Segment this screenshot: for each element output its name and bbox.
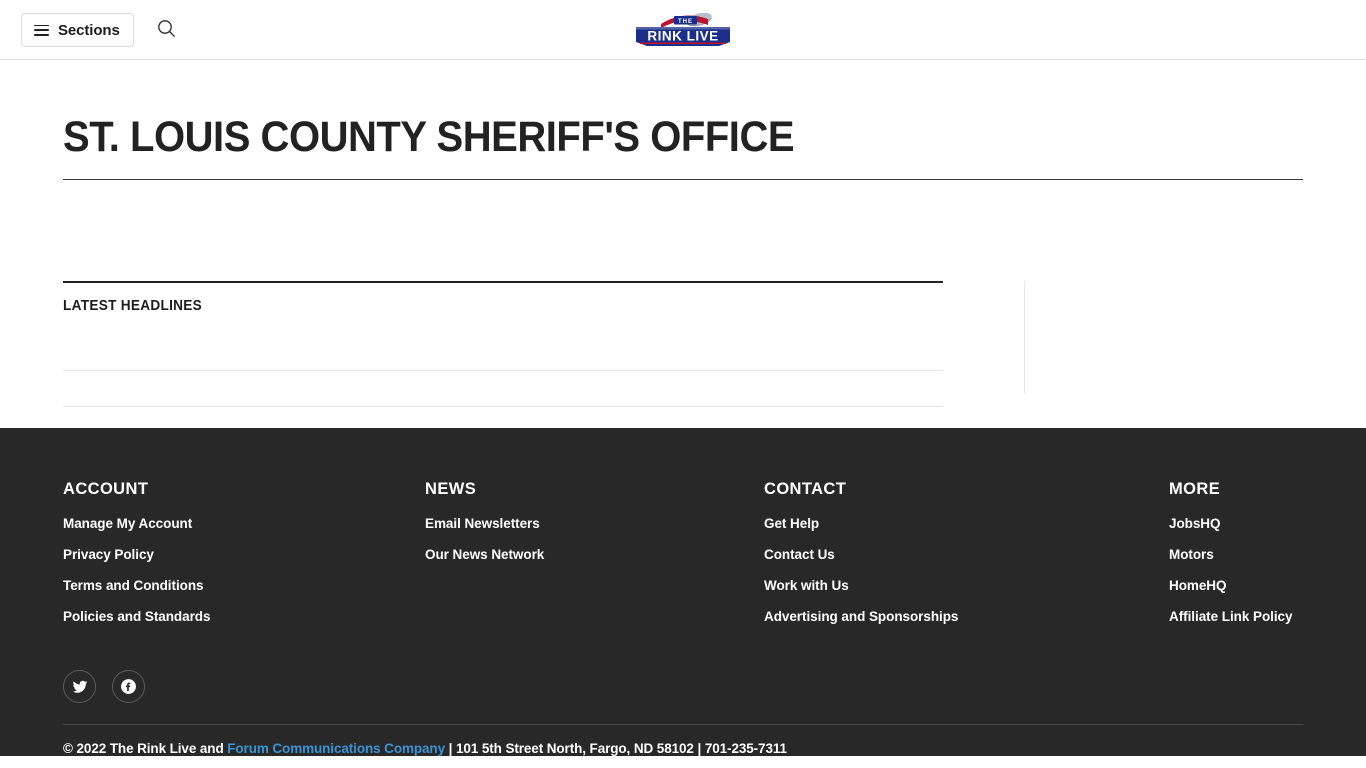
site-header: Sections THE RINK LIVE	[0, 0, 1366, 60]
sections-button[interactable]: Sections	[21, 13, 134, 47]
hamburger-icon	[34, 24, 49, 36]
footer-column-news: NEWS Email Newsletters Our News Network	[425, 480, 764, 624]
footer-link-manage-my-account[interactable]: Manage My Account	[63, 516, 425, 531]
footer-column-account: ACCOUNT Manage My Account Privacy Policy…	[63, 480, 425, 624]
copyright-text-after: | 101 5th Street North, Fargo, ND 58102 …	[444, 741, 787, 756]
footer-link-advertising-and-sponsorships[interactable]: Advertising and Sponsorships	[764, 609, 1169, 624]
title-divider	[63, 179, 1303, 181]
header-left-controls: Sections	[21, 13, 180, 47]
main-content: ST. LOUIS COUNTY SHERIFF'S OFFICE LATEST…	[0, 60, 1366, 408]
forum-communications-company-link[interactable]: Forum Communications Company	[227, 741, 445, 756]
footer-column-more: MORE JobsHQ Motors HomeHQ Affiliate Link…	[1169, 480, 1293, 624]
footer-link-homehq[interactable]: HomeHQ	[1169, 578, 1292, 593]
social-links	[63, 670, 1303, 703]
copyright-line: © 2022 The Rink Live and Forum Communica…	[63, 725, 1303, 756]
facebook-icon[interactable]	[112, 670, 145, 703]
footer-link-contact-us[interactable]: Contact Us	[764, 547, 1169, 562]
latest-headlines-section: LATEST HEADLINES	[63, 281, 943, 408]
footer-column-title: CONTACT	[764, 480, 847, 498]
latest-headlines-heading: LATEST HEADLINES	[63, 298, 203, 315]
site-footer: ACCOUNT Manage My Account Privacy Policy…	[0, 428, 1366, 756]
svg-text:THE: THE	[678, 18, 693, 24]
copyright-text-before: © 2022 The Rink Live and	[63, 741, 228, 756]
footer-column-title: MORE	[1169, 480, 1221, 498]
footer-column-contact: CONTACT Get Help Contact Us Work with Us…	[764, 480, 1169, 624]
twitter-icon[interactable]	[63, 670, 96, 703]
sections-button-label: Sections	[58, 21, 120, 39]
footer-column-title: ACCOUNT	[63, 480, 149, 498]
footer-link-columns: ACCOUNT Manage My Account Privacy Policy…	[63, 428, 1303, 624]
footer-link-motors[interactable]: Motors	[1169, 547, 1292, 562]
content-area: LATEST HEADLINES	[63, 281, 1303, 408]
footer-link-privacy-policy[interactable]: Privacy Policy	[63, 547, 425, 562]
footer-link-email-newsletters[interactable]: Email Newsletters	[425, 516, 764, 531]
page-title: ST. LOUIS COUNTY SHERIFF'S OFFICE	[63, 113, 795, 161]
footer-column-title: NEWS	[425, 480, 477, 498]
site-logo[interactable]: THE RINK LIVE	[633, 11, 733, 49]
side-rail	[1025, 281, 1303, 394]
svg-text:RINK LIVE: RINK LIVE	[647, 28, 718, 43]
headline-list-item[interactable]	[63, 371, 943, 408]
search-icon	[157, 19, 176, 41]
footer-link-terms-and-conditions[interactable]: Terms and Conditions	[63, 578, 425, 593]
rink-live-logo-icon: THE RINK LIVE	[636, 12, 730, 46]
headline-list-item[interactable]	[63, 335, 943, 372]
footer-link-our-news-network[interactable]: Our News Network	[425, 547, 764, 562]
footer-link-jobshq[interactable]: JobsHQ	[1169, 516, 1292, 531]
footer-link-affiliate-link-policy[interactable]: Affiliate Link Policy	[1169, 609, 1293, 624]
search-button[interactable]	[154, 17, 180, 43]
footer-link-policies-and-standards[interactable]: Policies and Standards	[63, 609, 425, 624]
footer-link-work-with-us[interactable]: Work with Us	[764, 578, 1169, 593]
footer-link-get-help[interactable]: Get Help	[764, 516, 1169, 531]
